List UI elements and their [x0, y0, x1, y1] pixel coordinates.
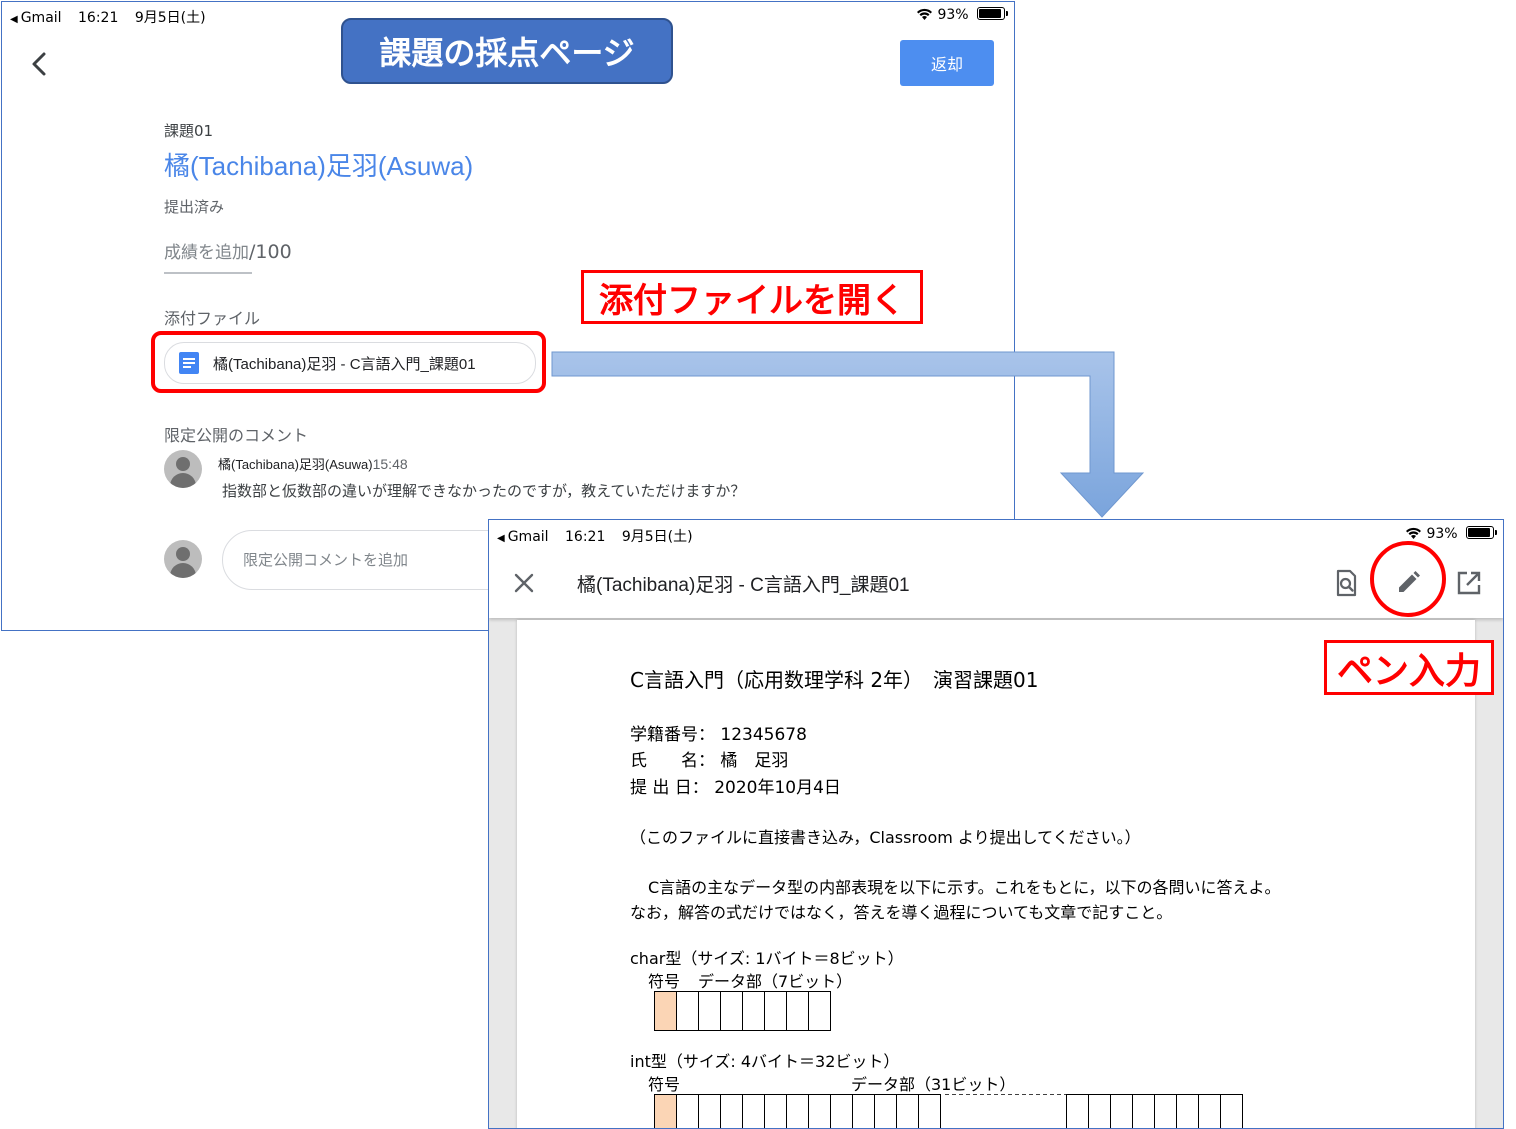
sign-bit-cell — [654, 1094, 677, 1128]
bit-cell — [852, 1094, 875, 1128]
bit-cell — [1066, 1094, 1089, 1128]
instruction-line-1: C言語の主なデータ型の内部表現を以下に示す。これをもとに，以下の各問いに答えよ。 — [648, 878, 1281, 897]
int-data-label: データ部（31ビット） — [851, 1075, 1016, 1094]
status-time: 16:21 — [565, 529, 606, 545]
status-date: 9月5日(土) — [134, 10, 206, 26]
status-bar-right: 93% — [916, 7, 1009, 23]
bit-cell — [1110, 1094, 1133, 1128]
pen-highlight-circle — [1370, 541, 1446, 617]
bit-cell — [786, 991, 809, 1031]
grade-input[interactable]: 成績を追加/100 — [164, 238, 292, 263]
bit-cell — [676, 991, 699, 1031]
date-label: 提 出 日： — [630, 778, 709, 798]
flow-arrow — [551, 351, 1145, 518]
name-row: 氏 名： 橘 足羽 — [630, 746, 788, 771]
bit-cell — [808, 1094, 831, 1128]
char-type-title: char型（サイズ: 1バイト＝8ビット） — [630, 949, 904, 968]
bit-cell — [896, 1094, 919, 1128]
date-value: 2020年10月4日 — [714, 778, 841, 798]
char-data-label: データ部（7ビット） — [698, 972, 853, 991]
bit-cell — [918, 1094, 941, 1128]
commenter-avatar — [164, 450, 202, 488]
student-id-row: 学籍番号： 12345678 — [630, 720, 807, 745]
battery-icon — [977, 7, 1009, 20]
bit-cell — [720, 991, 743, 1031]
bit-cell — [874, 1094, 897, 1128]
bit-cell — [1198, 1094, 1221, 1128]
bit-cell — [676, 1094, 699, 1128]
open-attachment-label: 添付ファイルを開く — [581, 270, 923, 324]
status-bar-left: ◀ Gmail 16:21 9月5日(土) — [10, 7, 206, 27]
battery-percent: 93% — [937, 7, 969, 23]
bit-cell — [764, 991, 787, 1031]
back-to-app-icon[interactable]: ◀ — [497, 533, 505, 544]
comment-author: 橘(Tachibana)足羽(Asuwa)15:48 — [218, 454, 408, 473]
date-row: 提 出 日： 2020年10月4日 — [630, 773, 841, 798]
grade-underline — [164, 272, 252, 274]
find-in-page-icon[interactable] — [1329, 566, 1363, 600]
status-bar-right: 93% — [1405, 526, 1498, 542]
submission-note: （このファイルに直接書き込み，Classroom より提出してください。） — [630, 828, 1141, 847]
assignment-label: 課題01 — [164, 122, 214, 140]
bit-cell — [742, 991, 765, 1031]
bit-cell — [808, 991, 831, 1031]
document-page: C言語入門（応用数理学科 2年） 演習課題01 学籍番号： 12345678 氏… — [517, 620, 1475, 1128]
back-chevron-icon[interactable] — [22, 46, 58, 82]
submission-status: 提出済み — [164, 198, 225, 216]
char-bit-diagram — [654, 991, 831, 1031]
private-comments-heading: 限定公開のコメント — [164, 426, 309, 445]
status-app[interactable]: Gmail — [21, 10, 62, 26]
close-icon[interactable] — [507, 566, 541, 600]
return-button[interactable]: 返却 — [900, 40, 994, 86]
viewer-doc-title: 橘(Tachibana)足羽 - C言語入門_課題01 — [577, 575, 910, 596]
attachments-heading: 添付ファイル — [164, 309, 261, 328]
bit-cell — [742, 1094, 765, 1128]
bit-cell — [786, 1094, 809, 1128]
my-avatar — [164, 540, 202, 578]
doc-heading: C言語入門（応用数理学科 2年） 演習課題01 — [630, 668, 1039, 692]
bit-cell — [830, 1094, 853, 1128]
viewer-toolbar: ◀ Gmail 16:21 9月5日(土) 93% 橘(Tachibana)足羽 … — [489, 520, 1503, 618]
student-name: 橘(Tachibana)足羽(Asuwa) — [164, 151, 474, 181]
bit-cell — [1132, 1094, 1155, 1128]
student-id-value: 12345678 — [720, 725, 807, 745]
grade-placeholder[interactable]: 成績を追加 — [164, 243, 249, 263]
student-id-label: 学籍番号： — [630, 725, 715, 745]
int-bit-diagram-left — [654, 1094, 941, 1128]
grade-denominator: /100 — [249, 241, 292, 263]
document-viewer-screen: ◀ Gmail 16:21 9月5日(土) 93% 橘(Tachibana)足羽 … — [488, 519, 1504, 1129]
pen-input-label: ペン入力 — [1324, 640, 1494, 695]
int-bit-diagram-right — [1066, 1094, 1243, 1128]
page-title-callout: 課題の採点ページ — [341, 18, 673, 84]
attachment-highlight — [151, 331, 546, 393]
name-value: 橘 足羽 — [720, 751, 789, 771]
open-external-icon[interactable] — [1452, 566, 1486, 600]
bit-cell — [1220, 1094, 1243, 1128]
comment-author-name: 橘(Tachibana)足羽(Asuwa) — [218, 457, 373, 472]
battery-icon — [1466, 526, 1498, 539]
status-app[interactable]: Gmail — [508, 529, 549, 545]
status-bar-left: ◀ Gmail 16:21 9月5日(土) — [497, 526, 693, 546]
instruction-line-2: なお，解答の式だけではなく，答えを導く過程についても文章で記すこと。 — [630, 903, 1173, 922]
int-type-title: int型（サイズ: 4バイト＝32ビット） — [630, 1052, 900, 1071]
int-bit-gap — [945, 1094, 1067, 1095]
bit-cell — [1088, 1094, 1111, 1128]
status-time: 16:21 — [78, 10, 119, 26]
bit-cell — [698, 991, 721, 1031]
char-sign-label: 符号 — [648, 972, 681, 991]
back-to-app-icon[interactable]: ◀ — [10, 14, 18, 25]
sign-bit-cell — [654, 991, 677, 1031]
battery-percent: 93% — [1426, 526, 1458, 542]
wifi-icon — [917, 8, 932, 20]
bit-cell — [1176, 1094, 1199, 1128]
name-label: 氏 名： — [630, 751, 715, 771]
comment-time: 15:48 — [372, 456, 408, 472]
int-sign-label: 符号 — [648, 1075, 681, 1094]
bit-cell — [720, 1094, 743, 1128]
status-date: 9月5日(土) — [621, 529, 693, 545]
bit-cell — [764, 1094, 787, 1128]
bit-cell — [698, 1094, 721, 1128]
wifi-icon — [1406, 527, 1421, 539]
bit-cell — [1154, 1094, 1177, 1128]
